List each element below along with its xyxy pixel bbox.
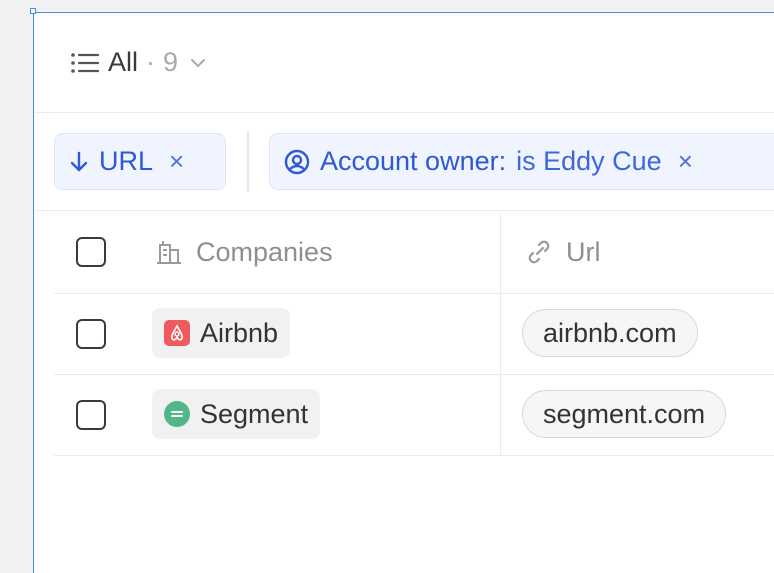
- building-icon: [157, 241, 181, 264]
- filter-value-label: is Eddy Cue: [516, 146, 662, 176]
- url-pill[interactable]: airbnb.com: [522, 309, 698, 357]
- row-checkbox[interactable]: [76, 319, 106, 349]
- column-header-companies[interactable]: Companies: [154, 212, 333, 292]
- filter-field-label: Account owner:: [320, 146, 507, 176]
- column-label: Companies: [196, 236, 333, 267]
- url-pill[interactable]: segment.com: [522, 390, 727, 438]
- link-icon: [528, 240, 550, 264]
- company-chip[interactable]: Airbnb: [152, 308, 291, 358]
- list-icon: [71, 52, 100, 73]
- table-row[interactable]: Segment segment.com: [54, 375, 774, 456]
- row-checkbox[interactable]: [76, 400, 106, 430]
- view-separator: ·: [146, 47, 156, 77]
- airbnb-logo-icon: [164, 320, 190, 346]
- companies-table: Companies Url Airbnb airbnb.com Segment …: [54, 212, 774, 456]
- filter-remove-icon[interactable]: ×: [678, 146, 693, 177]
- column-label: Url: [566, 236, 601, 267]
- filter-chip[interactable]: Account owner: is Eddy Cue ×: [269, 133, 774, 190]
- arrow-down-icon: [70, 151, 88, 171]
- company-name: Airbnb: [200, 317, 279, 348]
- company-name: Segment: [200, 398, 309, 429]
- url-text: airbnb.com: [543, 317, 677, 348]
- filter-bar: URL × Account owner: is Eddy Cue ×: [34, 113, 774, 211]
- column-divider: [500, 212, 501, 293]
- user-circle-icon: [284, 149, 310, 174]
- view-bar: All · 9: [34, 13, 774, 113]
- company-chip[interactable]: Segment: [152, 389, 321, 439]
- column-divider: [500, 294, 501, 374]
- view-count: 9: [163, 47, 179, 77]
- column-divider: [500, 375, 501, 455]
- table-row[interactable]: Airbnb airbnb.com: [54, 294, 774, 375]
- sort-chip-label: URL: [99, 146, 154, 176]
- url-text: segment.com: [543, 398, 706, 429]
- table-header-row: Companies Url: [54, 212, 774, 294]
- sort-chip[interactable]: URL ×: [54, 133, 226, 190]
- column-header-url[interactable]: Url: [524, 212, 601, 292]
- view-selector[interactable]: All · 9: [70, 47, 206, 78]
- view-name: All: [108, 47, 139, 77]
- filter-divider: [247, 131, 249, 191]
- sort-remove-icon[interactable]: ×: [169, 146, 184, 177]
- segment-logo-icon: [164, 401, 190, 427]
- chevron-down-icon: [191, 58, 206, 67]
- select-all-checkbox[interactable]: [76, 237, 106, 267]
